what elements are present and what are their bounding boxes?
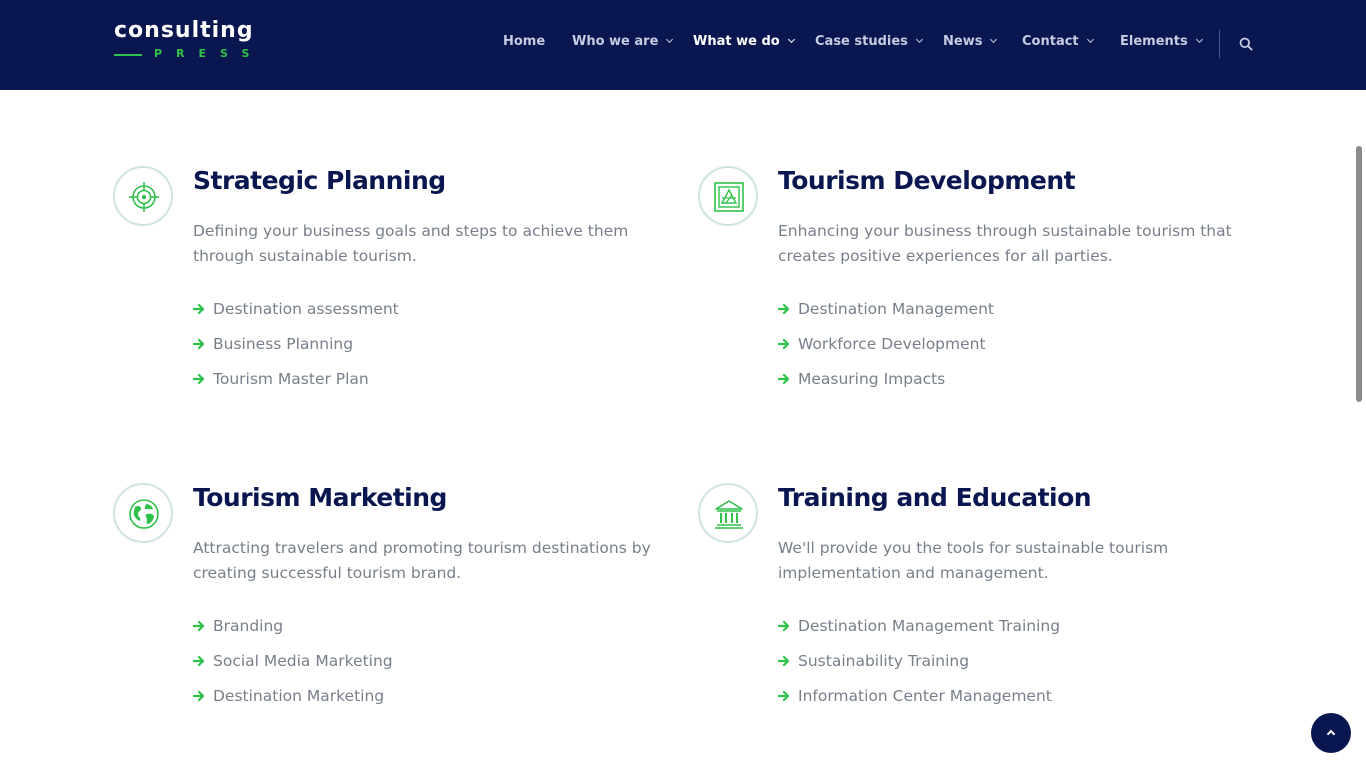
nav-label: What we do bbox=[693, 34, 780, 49]
list-item-label: Destination Marketing bbox=[213, 687, 385, 705]
list-item-label: Destination Management Training bbox=[798, 617, 1061, 635]
chevron-down-icon bbox=[1195, 35, 1203, 44]
nav-item-what-we-do[interactable]: What we do bbox=[693, 34, 795, 49]
nav-label: Contact bbox=[1022, 34, 1079, 49]
service-description: Defining your business goals and steps t… bbox=[193, 222, 629, 265]
nav-item-contact[interactable]: Contact bbox=[1022, 34, 1094, 49]
service-list: Destination assessment Business Planning… bbox=[193, 300, 399, 405]
list-item[interactable]: Destination Management bbox=[778, 300, 994, 335]
nav-item-case-studies[interactable]: Case studies bbox=[815, 34, 923, 49]
chevron-down-icon bbox=[1086, 35, 1094, 44]
service-strategic-planning: Strategic Planning Defining your busines… bbox=[113, 166, 633, 416]
chevron-down-icon bbox=[787, 35, 795, 44]
back-to-top-button[interactable] bbox=[1311, 713, 1351, 753]
list-item-label: Destination assessment bbox=[213, 300, 399, 318]
service-description: We'll provide you the tools for sustaina… bbox=[778, 539, 1169, 582]
service-list: Branding Social Media Marketing Destinat… bbox=[193, 617, 393, 722]
list-item-label: Workforce Development bbox=[798, 335, 986, 353]
map-icon bbox=[698, 166, 758, 226]
service-training-and-education: Training and Education We'll provide you… bbox=[698, 483, 1218, 733]
nav-item-news[interactable]: News bbox=[943, 34, 998, 49]
chevron-down-icon bbox=[666, 35, 674, 44]
chevron-down-icon bbox=[915, 35, 923, 44]
arrow-right-icon bbox=[193, 373, 205, 385]
arrow-right-icon bbox=[193, 303, 205, 315]
arrow-right-icon bbox=[778, 690, 790, 702]
list-item-label: Branding bbox=[213, 617, 284, 635]
nav-label: Home bbox=[503, 34, 546, 49]
list-item-label: Measuring Impacts bbox=[798, 370, 946, 388]
arrow-right-icon bbox=[778, 620, 790, 632]
site-logo[interactable]: consulting PRESS bbox=[114, 18, 253, 64]
site-header: consulting PRESS Home Who we are What we… bbox=[0, 0, 1366, 90]
nav-item-elements[interactable]: Elements bbox=[1120, 34, 1203, 49]
list-item[interactable]: Social Media Marketing bbox=[193, 652, 393, 687]
arrow-right-icon bbox=[193, 620, 205, 632]
institution-icon bbox=[698, 483, 758, 543]
list-item[interactable]: Business Planning bbox=[193, 335, 399, 370]
target-icon bbox=[113, 166, 173, 226]
logo-accent-line bbox=[114, 54, 142, 56]
service-list: Destination Management Training Sustaina… bbox=[778, 617, 1060, 722]
list-item[interactable]: Sustainability Training bbox=[778, 652, 1060, 687]
list-item[interactable]: Information Center Management bbox=[778, 687, 1060, 722]
list-item[interactable]: Destination assessment bbox=[193, 300, 399, 335]
service-description: Attracting travelers and promoting touri… bbox=[193, 539, 651, 582]
search-icon[interactable] bbox=[1239, 37, 1253, 51]
nav-label: News bbox=[943, 34, 983, 49]
arrow-right-icon bbox=[778, 338, 790, 350]
list-item-label: Social Media Marketing bbox=[213, 652, 393, 670]
list-item[interactable]: Destination Marketing bbox=[193, 687, 393, 722]
arrow-right-icon bbox=[778, 373, 790, 385]
list-item[interactable]: Tourism Master Plan bbox=[193, 370, 399, 405]
nav-divider bbox=[1219, 30, 1220, 58]
nav-label: Case studies bbox=[815, 34, 908, 49]
list-item-label: Business Planning bbox=[213, 335, 354, 353]
arrow-right-icon bbox=[778, 655, 790, 667]
list-item[interactable]: Destination Management Training bbox=[778, 617, 1060, 652]
nav-item-home[interactable]: Home bbox=[503, 34, 545, 49]
list-item-label: Destination Management bbox=[798, 300, 994, 318]
nav-label: Who we are bbox=[572, 34, 659, 49]
logo-wordmark: consulting bbox=[114, 18, 254, 43]
service-title: Strategic Planning bbox=[193, 166, 446, 195]
service-tourism-development: Tourism Development Enhancing your busin… bbox=[698, 166, 1232, 416]
list-item[interactable]: Branding bbox=[193, 617, 393, 652]
service-description: Enhancing your business through sustaina… bbox=[778, 222, 1232, 265]
arrow-right-icon bbox=[193, 655, 205, 667]
service-title: Training and Education bbox=[778, 483, 1092, 512]
arrow-right-icon bbox=[193, 690, 205, 702]
list-item[interactable]: Workforce Development bbox=[778, 335, 994, 370]
service-tourism-marketing: Tourism Marketing Attracting travelers a… bbox=[113, 483, 651, 733]
arrow-right-icon bbox=[778, 303, 790, 315]
list-item-label: Information Center Management bbox=[798, 687, 1052, 705]
list-item-label: Tourism Master Plan bbox=[213, 370, 369, 388]
chevron-down-icon bbox=[990, 35, 998, 44]
nav-label: Elements bbox=[1120, 34, 1188, 49]
page-scrollbar[interactable] bbox=[1356, 146, 1362, 402]
logo-tagline: PRESS bbox=[154, 47, 264, 60]
nav-item-who-we-are[interactable]: Who we are bbox=[572, 34, 674, 49]
list-item[interactable]: Measuring Impacts bbox=[778, 370, 994, 405]
list-item-label: Sustainability Training bbox=[798, 652, 970, 670]
service-list: Destination Management Workforce Develop… bbox=[778, 300, 994, 405]
service-title: Tourism Development bbox=[778, 166, 1076, 195]
globe-icon bbox=[113, 483, 173, 543]
arrow-right-icon bbox=[193, 338, 205, 350]
service-title: Tourism Marketing bbox=[193, 483, 447, 512]
chevron-up-icon bbox=[1326, 729, 1336, 739]
